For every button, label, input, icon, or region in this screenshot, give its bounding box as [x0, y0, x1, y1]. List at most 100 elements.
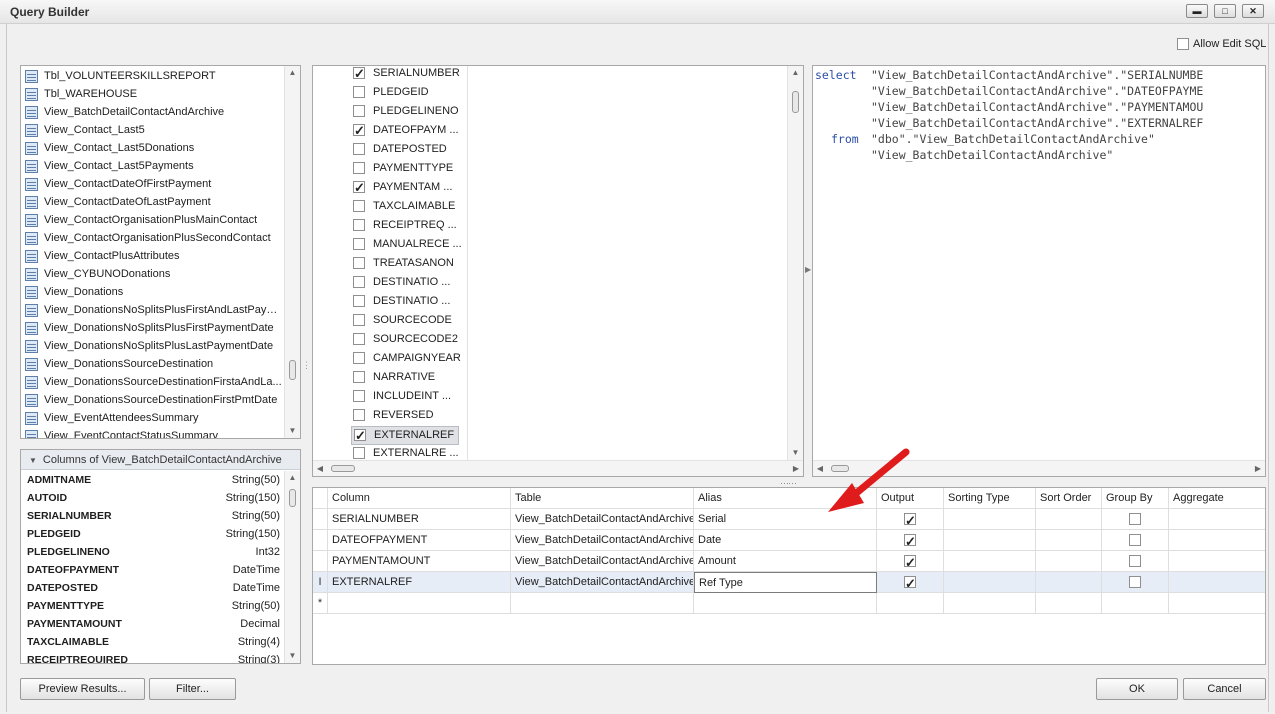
- table-list-item[interactable]: View_DonationsNoSplitsPlusFirstPaymentDa…: [21, 319, 284, 337]
- column-list-item[interactable]: ADMITNAME String(50): [21, 471, 284, 489]
- grid-cell-aggregate[interactable]: [1169, 551, 1265, 572]
- row-indicator[interactable]: I: [313, 572, 328, 593]
- grid-cell-alias[interactable]: Amount: [694, 551, 877, 572]
- field-checkbox[interactable]: [353, 257, 365, 270]
- field-item[interactable]: DESTINATIO ...: [351, 274, 459, 293]
- table-list-item[interactable]: Tbl_WAREHOUSE: [21, 85, 284, 103]
- allow-edit-sql-checkbox[interactable]: [1177, 38, 1189, 51]
- field-checkbox[interactable]: [353, 66, 365, 82]
- field-checkbox[interactable]: [354, 427, 366, 444]
- grid-cell-alias[interactable]: Date: [694, 530, 877, 551]
- columns-scrollbar[interactable]: ▲ ▼: [284, 471, 300, 663]
- scroll-thumb[interactable]: [331, 465, 355, 472]
- grid-cell-sort-order[interactable]: [1036, 572, 1102, 593]
- field-item[interactable]: TREATASANON: [351, 255, 459, 274]
- scroll-thumb[interactable]: [289, 360, 296, 380]
- grid-cell-sort-order[interactable]: [1036, 509, 1102, 530]
- field-checkbox[interactable]: [353, 122, 365, 139]
- filter-button[interactable]: Filter...: [149, 678, 236, 700]
- grid-cell-column[interactable]: DATEOFPAYMENT: [328, 530, 511, 551]
- table-list-item[interactable]: View_DonationsSourceDestinationFirstPmtD…: [21, 391, 284, 409]
- horizontal-splitter[interactable]: ⋯⋯: [780, 478, 797, 488]
- sql-hscrollbar[interactable]: ◀ ▶: [813, 460, 1265, 476]
- field-checkbox[interactable]: [353, 352, 365, 365]
- close-button[interactable]: ✕: [1242, 4, 1264, 18]
- table-list-item[interactable]: View_ContactPlusAttributes: [21, 247, 284, 265]
- grid-cell-table[interactable]: View_BatchDetailContactAndArchive: [511, 551, 694, 572]
- column-list-item[interactable]: PAYMENTAMOUNT Decimal: [21, 615, 284, 633]
- cancel-button[interactable]: Cancel: [1183, 678, 1266, 700]
- field-checkbox[interactable]: [353, 219, 365, 232]
- field-checkbox[interactable]: [353, 314, 365, 327]
- grid-cell-aggregate[interactable]: [1169, 572, 1265, 593]
- field-checkbox[interactable]: [353, 276, 365, 289]
- scroll-thumb[interactable]: [289, 489, 296, 507]
- field-item[interactable]: EXTERNALREF: [351, 426, 459, 445]
- group-by-checkbox[interactable]: [1129, 534, 1141, 547]
- field-item[interactable]: PLEDGELINENO: [351, 103, 459, 122]
- grid-header[interactable]: Output: [877, 488, 944, 509]
- grid-header[interactable]: Alias: [694, 488, 877, 509]
- sql-splitter-icon[interactable]: ▶: [805, 265, 811, 274]
- row-indicator[interactable]: [313, 509, 328, 530]
- grid-header[interactable]: Table: [511, 488, 694, 509]
- field-checkbox[interactable]: [353, 179, 365, 196]
- group-by-checkbox[interactable]: [1129, 576, 1141, 589]
- table-list-item[interactable]: View_Contact_Last5Donations: [21, 139, 284, 157]
- new-row-cell[interactable]: [1169, 593, 1265, 614]
- table-list-item[interactable]: View_Donations: [21, 283, 284, 301]
- table-list-item[interactable]: View_Contact_Last5Payments: [21, 157, 284, 175]
- scroll-right-icon[interactable]: ▶: [1251, 461, 1265, 476]
- scroll-down-icon[interactable]: ▼: [285, 649, 300, 663]
- scroll-up-icon[interactable]: ▲: [285, 66, 300, 80]
- column-list-item[interactable]: TAXCLAIMABLE String(4): [21, 633, 284, 651]
- field-item[interactable]: DATEOFPAYM ...: [351, 122, 459, 141]
- output-checkbox[interactable]: [904, 553, 916, 571]
- alias-input[interactable]: Ref Type: [694, 572, 877, 593]
- scroll-left-icon[interactable]: ◀: [313, 461, 327, 476]
- grid-header[interactable]: Group By: [1102, 488, 1169, 509]
- field-item[interactable]: SOURCECODE2: [351, 331, 459, 350]
- field-checkbox[interactable]: [353, 409, 365, 422]
- column-list-item[interactable]: SERIALNUMBER String(50): [21, 507, 284, 525]
- table-list-item[interactable]: View_EventAttendeesSummary: [21, 409, 284, 427]
- new-row-cell[interactable]: [694, 593, 877, 614]
- grid-cell-sorting-type[interactable]: [944, 551, 1036, 572]
- grid-cell-group-by[interactable]: [1102, 509, 1169, 530]
- scroll-down-icon[interactable]: ▼: [285, 424, 300, 438]
- grid-header[interactable]: Aggregate: [1169, 488, 1265, 509]
- table-list-item[interactable]: View_CYBUNODonations: [21, 265, 284, 283]
- field-checkbox[interactable]: [353, 143, 365, 156]
- output-checkbox[interactable]: [904, 532, 916, 550]
- grid-header[interactable]: Column: [328, 488, 511, 509]
- field-item[interactable]: MANUALRECE ...: [351, 236, 462, 255]
- sql-editor[interactable]: select "View_BatchDetailContactAndArchiv…: [812, 65, 1266, 477]
- collapse-caret-icon[interactable]: ▼: [29, 456, 37, 465]
- field-item[interactable]: NARRATIVE: [351, 369, 459, 388]
- field-item[interactable]: INCLUDEINT ...: [351, 388, 459, 407]
- grid-cell-output[interactable]: [877, 572, 944, 593]
- grid-cell-aggregate[interactable]: [1169, 530, 1265, 551]
- vertical-splitter[interactable]: ⋮: [302, 360, 311, 371]
- query-columns-grid[interactable]: Column Table Alias Output Sorting Type Sort O…: [312, 487, 1266, 665]
- grid-cell-table[interactable]: View_BatchDetailContactAndArchive: [511, 530, 694, 551]
- column-list-item[interactable]: PLEDGELINENO Int32: [21, 543, 284, 561]
- field-item[interactable]: CAMPAIGNYEAR: [351, 350, 461, 369]
- new-row-cell[interactable]: [328, 593, 511, 614]
- new-row-cell[interactable]: [877, 593, 944, 614]
- tables-list[interactable]: Tbl_VOLUNTEERSKILLSREPORT Tbl_WAREHOUSE Vi…: [20, 65, 301, 439]
- grid-header[interactable]: Sort Order: [1036, 488, 1102, 509]
- field-checkbox[interactable]: [353, 105, 365, 118]
- output-checkbox[interactable]: [904, 511, 916, 529]
- table-list-item[interactable]: View_EventContactStatusSummary: [21, 427, 284, 438]
- field-item[interactable]: SERIALNUMBER: [351, 66, 460, 84]
- group-by-checkbox[interactable]: [1129, 513, 1141, 526]
- field-checkbox[interactable]: [353, 333, 365, 346]
- column-list-item[interactable]: DATEOFPAYMENT DateTime: [21, 561, 284, 579]
- table-list-item[interactable]: View_DonationsNoSplitsPlusFirstAndLastPa…: [21, 301, 284, 319]
- scroll-left-icon[interactable]: ◀: [813, 461, 827, 476]
- new-row-cell[interactable]: [1036, 593, 1102, 614]
- scroll-up-icon[interactable]: ▲: [285, 471, 300, 485]
- grid-cell-output[interactable]: [877, 530, 944, 551]
- table-list-item[interactable]: View_Contact_Last5: [21, 121, 284, 139]
